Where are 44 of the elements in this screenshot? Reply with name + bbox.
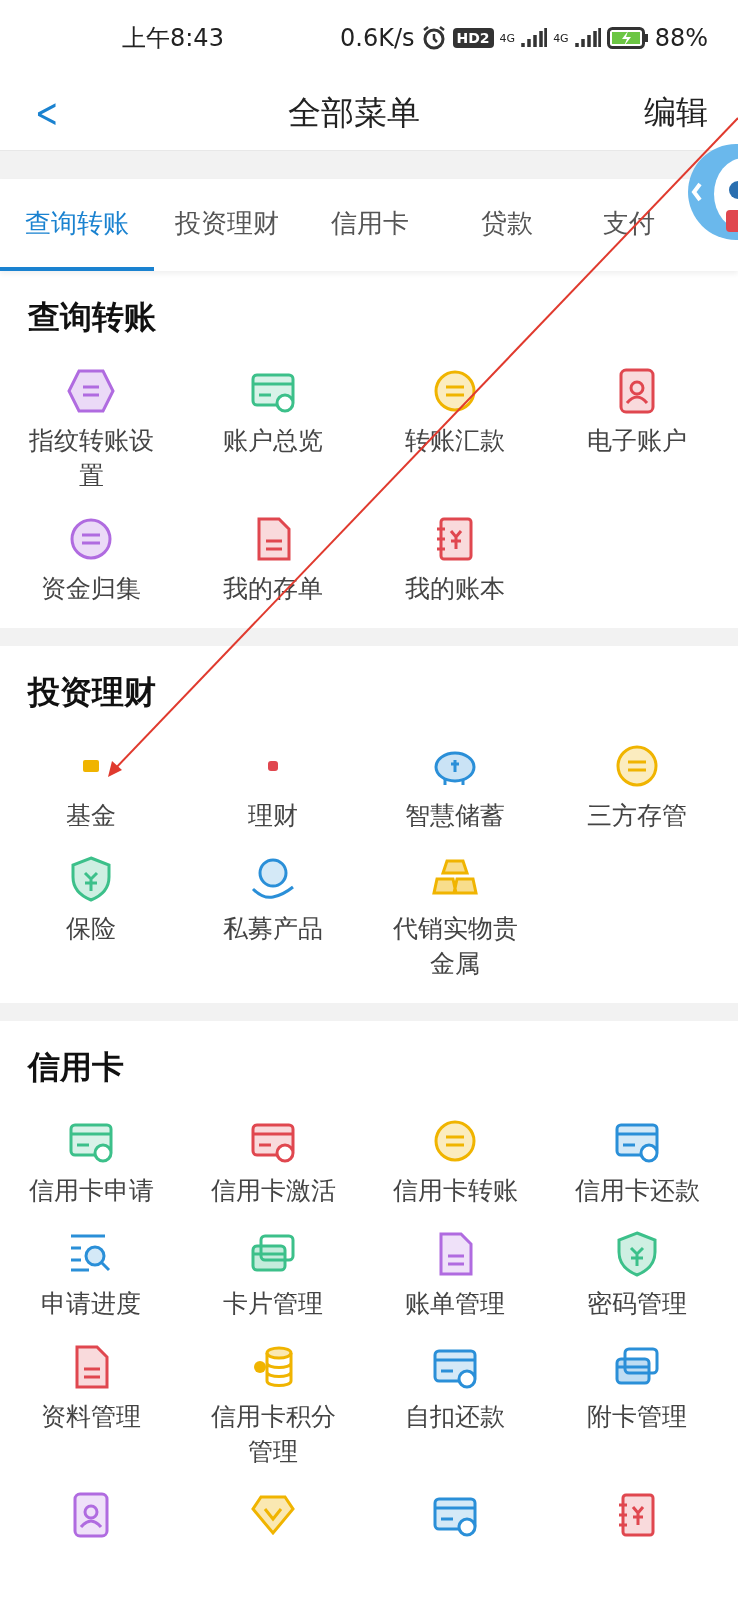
menu-item[interactable]: 卡片管理	[223, 1286, 323, 1321]
menu-item[interactable]: 信用卡转账	[392, 1173, 518, 1208]
menu-item[interactable]: 资金归集	[41, 571, 141, 606]
network-type: 4G	[499, 31, 516, 45]
battery-icon	[606, 27, 649, 49]
menu-item[interactable]: 理财	[248, 798, 298, 833]
menu-item[interactable]: 转账汇款	[405, 423, 505, 458]
back-button[interactable]: <	[35, 90, 59, 136]
menu-item[interactable]: 账单管理	[405, 1286, 505, 1321]
menu-item[interactable]: 密码管理	[587, 1286, 687, 1321]
section-title: 投资理财	[28, 672, 157, 712]
menu-item[interactable]: 自扣还款	[405, 1399, 505, 1434]
category-tab[interactable]: 投资理财	[154, 179, 300, 271]
section-title: 信用卡	[28, 1047, 125, 1087]
signal-icon	[574, 27, 601, 49]
menu-item[interactable]: 信用卡积分管理	[205, 1399, 341, 1469]
menu-item[interactable]: 附卡管理	[587, 1399, 687, 1434]
network-type: 4G	[553, 31, 569, 45]
menu-item[interactable]: 信用卡还款	[574, 1173, 700, 1208]
menu-item[interactable]: 信用卡激活	[210, 1173, 336, 1208]
section-title: 查询转账	[28, 297, 157, 337]
menu-item[interactable]: 三方存管	[587, 798, 687, 833]
menu-item[interactable]: 保险	[66, 911, 116, 946]
battery-level: 88%	[654, 24, 708, 52]
network-speed: 0.6K/s	[340, 24, 415, 52]
status-time: 上午8:43	[122, 23, 225, 54]
menu-icon[interactable]	[67, 367, 115, 415]
menu-item[interactable]: 申请进度	[41, 1286, 141, 1321]
hd-indicator: HD2	[452, 28, 494, 48]
menu-item[interactable]: 基金	[66, 798, 116, 833]
category-tab[interactable]: 信用卡	[300, 179, 440, 271]
menu-item[interactable]: 我的账本	[405, 571, 505, 606]
menu-item[interactable]: 信用卡申请	[28, 1173, 154, 1208]
menu-item[interactable]: 代销实物贵金属	[387, 911, 523, 981]
edit-button[interactable]: 编辑	[644, 91, 708, 135]
menu-item[interactable]: 账户总览	[223, 423, 323, 458]
menu-item[interactable]: 资料管理	[41, 1399, 141, 1434]
signal-icon	[521, 27, 548, 49]
category-tab[interactable]: 贷款	[440, 179, 574, 271]
menu-item[interactable]: 智慧储蓄	[405, 798, 505, 833]
menu-item[interactable]: 电子账户	[587, 423, 687, 458]
page-title: 全部菜单	[286, 91, 421, 134]
menu-item[interactable]: 私募产品	[223, 911, 323, 946]
menu-item[interactable]: 指纹转账设置	[23, 423, 159, 493]
